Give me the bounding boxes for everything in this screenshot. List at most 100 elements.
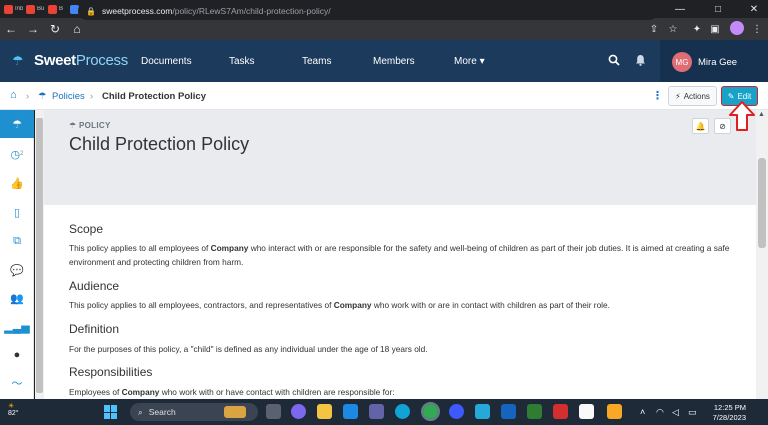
taskbar-search[interactable]: ⌕ Search (130, 403, 258, 421)
section-body-responsibilities: Employees of Company who work with or ha… (69, 385, 734, 399)
nav-more[interactable]: More ▾ (454, 56, 485, 67)
document-header: ☂ POLICY Child Protection Policy 🔔 ⊘ (44, 110, 756, 205)
notify-button[interactable]: 🔔 (692, 118, 709, 134)
tab-title: B (59, 6, 64, 12)
actions-button[interactable]: ⚡ Actions (668, 86, 717, 106)
nav-teams[interactable]: Teams (302, 56, 331, 67)
browser-tab[interactable]: B (48, 2, 67, 16)
more-options-icon[interactable]: ⋮ (652, 89, 663, 102)
breadcrumb-separator: › (26, 91, 30, 102)
scroll-up-icon[interactable]: ▲ (758, 111, 765, 118)
left-icon-rail: ☂ ◷ 2 👍 ▯ ⧉ 💬 👥 ▂▃▅ ● 〜 (0, 110, 34, 399)
rail-item-document[interactable]: ▯ (0, 198, 34, 226)
bookmark-star-icon[interactable]: ☆ (664, 18, 682, 40)
rail-item-history[interactable]: ◷ 2 (0, 140, 34, 168)
side-panel-icon[interactable]: ▣ (706, 18, 724, 40)
text: Employees of (69, 387, 122, 397)
forward-button[interactable]: → (22, 18, 44, 40)
close-window-button[interactable]: ✕ (742, 0, 766, 18)
acrobat-icon[interactable] (553, 404, 568, 419)
tab-favicon-icon (26, 4, 35, 14)
notes-icon[interactable] (607, 404, 622, 419)
text: For the purposes of this policy, a "chil… (69, 344, 428, 354)
nav-members[interactable]: Members (373, 56, 415, 67)
company-name: Company (121, 387, 160, 397)
sweetprocess-app-icon[interactable] (475, 404, 490, 419)
word-icon[interactable] (501, 404, 516, 419)
tray-chevron-icon[interactable]: ˄ (640, 407, 645, 417)
section-heading-definition: Definition (69, 322, 120, 336)
rail-item-flow[interactable]: 〜 (0, 369, 34, 397)
section-heading-scope: Scope (69, 222, 104, 236)
teams-icon[interactable] (369, 404, 384, 419)
nav-more-label: More (454, 56, 477, 67)
mail-icon[interactable] (343, 404, 358, 419)
page-title: Child Protection Policy (69, 134, 250, 154)
page-scrollbar[interactable]: ▲ (756, 110, 768, 399)
page-scrollbar-thumb[interactable] (758, 158, 766, 248)
flow-icon: 〜 (11, 378, 23, 390)
avatar[interactable]: MG (672, 52, 692, 72)
windows-taskbar: ☀ 82° ⌕ Search ˄ ◠ ◁ ▭ 12:25 PM 7/28/2023 (0, 399, 768, 425)
rail-scrollbar-thumb[interactable] (36, 118, 43, 393)
users-icon: 👥 (10, 292, 24, 305)
rail-item-members[interactable]: 👥 (0, 284, 34, 312)
tab-favicon-icon (4, 4, 13, 14)
home-icon[interactable]: ⌂ (10, 89, 17, 101)
back-button[interactable]: ← (0, 18, 22, 40)
address-bar[interactable]: 🔒 sweetprocess.com/policy/RLewS7Am/child… (78, 2, 658, 20)
file-explorer-icon[interactable] (317, 404, 332, 419)
wordpad-icon[interactable] (579, 404, 594, 419)
chat-icon[interactable] (291, 404, 306, 419)
sweetprocess-logo[interactable]: ☂ SweetProcess (12, 52, 128, 69)
edge-icon[interactable] (395, 404, 410, 419)
minimize-button[interactable]: — (668, 0, 692, 18)
chevron-down-icon: ▾ (479, 56, 485, 67)
document-type-label: ☂ POLICY (69, 121, 111, 130)
taskbar-clock[interactable]: 12:25 PM 7/28/2023 (702, 403, 746, 423)
rail-item-copy[interactable]: ⧉ (0, 227, 34, 255)
clock-icon: ◷ (10, 148, 21, 161)
media-icon[interactable] (449, 404, 464, 419)
search-icon[interactable] (608, 54, 620, 69)
document-view: ☂ POLICY Child Protection Policy 🔔 ⊘ Sco… (44, 110, 756, 399)
rail-item-policy[interactable]: ☂ (0, 110, 34, 138)
bolt-icon: ⚡ (675, 91, 681, 101)
maximize-button[interactable]: □ (706, 0, 730, 18)
rail-item-status[interactable]: ● (0, 341, 34, 369)
clock-time: 12:25 PM (713, 403, 746, 412)
profile-avatar[interactable] (730, 21, 744, 35)
task-view-icon[interactable] (266, 404, 281, 419)
breadcrumb-policies[interactable]: Policies (52, 91, 85, 102)
document-type-text: POLICY (79, 121, 111, 130)
volume-icon[interactable]: ◁ (672, 407, 679, 418)
wifi-icon[interactable]: ◠ (656, 407, 664, 418)
excel-icon[interactable] (527, 404, 542, 419)
rail-scrollbar[interactable] (35, 110, 44, 399)
browser-menu-icon[interactable]: ⋮ (748, 18, 766, 40)
weather-widget[interactable]: ☀ 82° (8, 402, 19, 417)
umbrella-icon: ☂ (38, 91, 47, 102)
circle-icon: ● (13, 349, 21, 361)
windows-start-icon[interactable] (104, 405, 118, 419)
nav-documents[interactable]: Documents (141, 56, 192, 67)
battery-icon[interactable]: ▭ (688, 407, 697, 418)
browser-tab[interactable]: Inb (4, 2, 23, 16)
chrome-icon[interactable] (421, 402, 440, 421)
share-icon[interactable]: ⇪ (645, 18, 663, 40)
rail-item-stats[interactable]: ▂▃▅ (0, 313, 34, 341)
breadcrumb: ⌂ › ☂ Policies › Child Protection Policy… (0, 82, 768, 110)
nav-tasks[interactable]: Tasks (229, 56, 255, 67)
signal-icon: ▂▃▅ (4, 321, 30, 334)
section-body-definition: For the purposes of this policy, a "chil… (69, 342, 734, 356)
bell-icon[interactable] (635, 54, 646, 69)
browser-tab[interactable]: Bu (26, 2, 45, 16)
home-browser-button[interactable]: ⌂ (66, 18, 88, 40)
rail-item-comments[interactable]: 💬 (0, 256, 34, 284)
user-name[interactable]: Mira Gee (698, 57, 737, 68)
logo-text-light: Process (75, 52, 128, 69)
reload-button[interactable]: ↻ (44, 18, 66, 40)
annotation-arrow-icon (729, 101, 755, 131)
extensions-icon[interactable]: ✦ (688, 18, 706, 40)
rail-item-approvals[interactable]: 👍 (0, 169, 34, 197)
